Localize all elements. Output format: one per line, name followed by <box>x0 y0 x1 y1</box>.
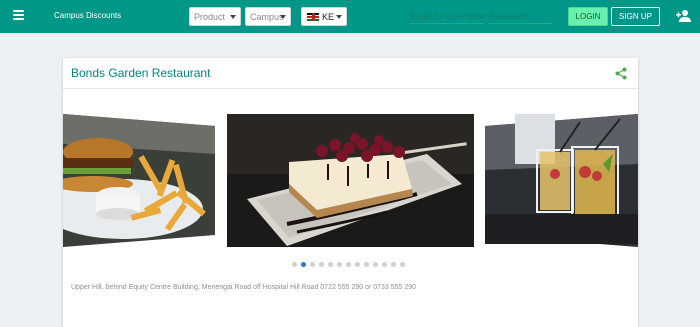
product-select-label: Product <box>194 12 226 22</box>
menu-icon[interactable] <box>13 10 24 21</box>
country-code: KE <box>322 12 335 22</box>
card-divider <box>63 88 638 89</box>
add-user-icon[interactable] <box>676 9 692 23</box>
burger-and-fries-image[interactable] <box>63 114 215 247</box>
login-button[interactable]: LOGIN <box>568 7 608 26</box>
carousel-dot[interactable] <box>319 262 324 267</box>
kenya-flag-icon <box>307 13 319 21</box>
caret-down-icon <box>336 15 342 19</box>
country-select[interactable]: KE <box>301 7 347 26</box>
campus-select-label: Campus <box>250 12 284 22</box>
restaurant-address: Upper Hill, behind Equity Centre Buildin… <box>71 284 417 291</box>
carousel-dot[interactable] <box>391 262 396 267</box>
carousel-dot[interactable] <box>337 262 342 267</box>
email-username-input[interactable] <box>410 9 484 24</box>
brand-name[interactable]: Campus Discounts <box>54 11 121 20</box>
carousel-dot[interactable] <box>355 262 360 267</box>
restaurant-card: Bonds Garden Restaurant Upper Hill, behi… <box>63 58 638 327</box>
cocktail-drinks-image[interactable] <box>485 114 638 247</box>
caret-down-icon <box>230 15 236 19</box>
signup-button[interactable]: SIGN UP <box>611 7 660 26</box>
carousel-dot[interactable] <box>382 262 387 267</box>
password-input[interactable] <box>489 9 553 24</box>
image-carousel[interactable] <box>63 114 638 249</box>
top-navigation-bar: Campus Discounts Product Campus KE LOGIN… <box>0 0 700 33</box>
carousel-dot[interactable] <box>364 262 369 267</box>
restaurant-title: Bonds Garden Restaurant <box>71 66 211 80</box>
carousel-dot[interactable] <box>373 262 378 267</box>
caret-down-icon <box>280 15 286 19</box>
product-select[interactable]: Product <box>189 7 241 26</box>
carousel-dot[interactable] <box>301 262 306 267</box>
cheesecake-dessert-image[interactable] <box>227 114 474 247</box>
share-icon[interactable] <box>615 67 627 80</box>
campus-select[interactable]: Campus <box>245 7 291 26</box>
carousel-dot[interactable] <box>400 262 405 267</box>
carousel-dot[interactable] <box>292 262 297 267</box>
carousel-dot[interactable] <box>328 262 333 267</box>
carousel-dot[interactable] <box>346 262 351 267</box>
carousel-dot[interactable] <box>310 262 315 267</box>
